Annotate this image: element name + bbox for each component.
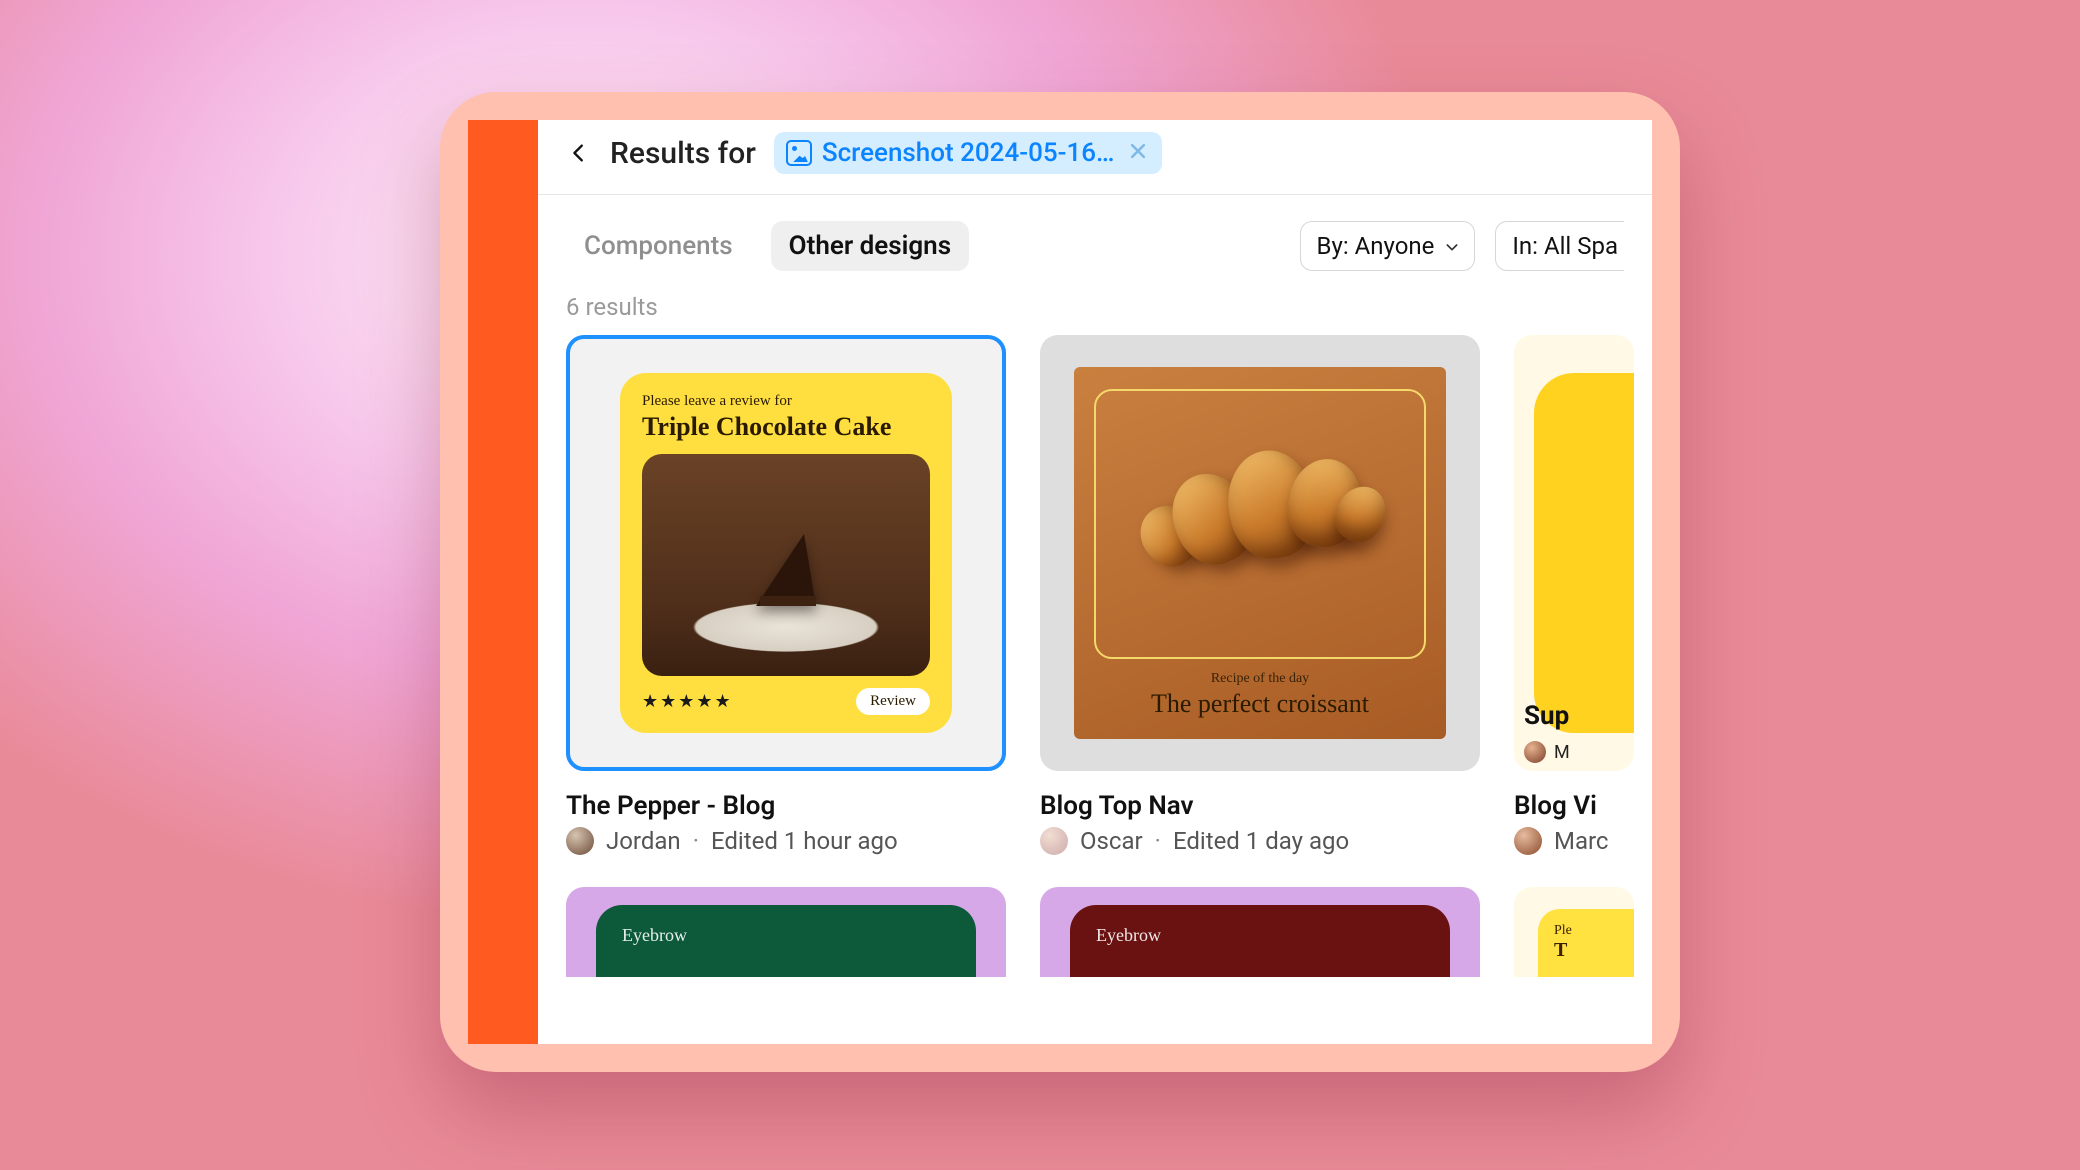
preview-eyebrow: Eyebrow: [1096, 925, 1424, 946]
result-author: Oscar: [1080, 827, 1143, 855]
preview-author-partial: M: [1554, 742, 1570, 763]
preview-pill: Eyebrow: [596, 905, 976, 977]
avatar: [1040, 827, 1068, 855]
results-grid-row-2: Eyebrow Eyebrow Ple T: [538, 855, 1652, 977]
preview-eyebrow: Eyebrow: [622, 925, 950, 946]
tab-other-designs[interactable]: Other designs: [771, 221, 969, 271]
result-card[interactable]: Recipe of the day The perfect croissant …: [1040, 335, 1480, 855]
separator-dot: ·: [693, 827, 699, 855]
preview-recipe-card: Recipe of the day The perfect croissant: [1074, 367, 1446, 739]
result-thumbnail[interactable]: Ple T: [1514, 887, 1634, 977]
back-button[interactable]: [566, 140, 592, 166]
left-rail: [468, 120, 538, 1044]
preview-title: Triple Chocolate Cake: [642, 412, 930, 442]
image-icon: [786, 140, 812, 166]
result-title: Blog Vi: [1514, 791, 1634, 821]
close-icon: [1128, 141, 1148, 161]
result-title: Blog Top Nav: [1040, 791, 1480, 821]
preview-line: Ple: [1554, 923, 1634, 939]
chevron-down-icon: [1444, 239, 1460, 255]
filter-by-dropdown[interactable]: By: Anyone: [1300, 221, 1476, 271]
preview-image: [642, 454, 930, 676]
preview-subtitle: Recipe of the day: [1211, 671, 1309, 687]
preview-line: T: [1554, 939, 1634, 962]
result-meta: Marc: [1514, 827, 1634, 855]
result-thumbnail[interactable]: Please leave a review for Triple Chocola…: [566, 335, 1006, 771]
preview-title: The perfect croissant: [1151, 689, 1369, 719]
result-thumbnail[interactable]: Eyebrow: [566, 887, 1006, 977]
results-grid: Please leave a review for Triple Chocola…: [538, 327, 1652, 855]
filter-by-label: By: Anyone: [1317, 232, 1435, 260]
preview-review-button: Review: [856, 688, 930, 715]
filter-in-label: In: All Spa: [1512, 232, 1618, 260]
result-meta: Oscar · Edited 1 day ago: [1040, 827, 1480, 855]
result-thumbnail[interactable]: Eyebrow: [1040, 887, 1480, 977]
screen: Results for Screenshot 2024-05-16… Compo…: [468, 120, 1652, 1044]
filter-row: Components Other designs By: Anyone In: …: [538, 195, 1652, 271]
avatar: [1514, 827, 1542, 855]
chevron-left-icon: [568, 142, 590, 164]
preview-meta-partial: M: [1524, 741, 1570, 763]
preview-card: [1534, 373, 1634, 733]
results-count: 6 results: [538, 271, 1652, 327]
preview-subtitle: Please leave a review for: [642, 393, 930, 410]
result-author: Marc: [1554, 827, 1608, 855]
result-author: Jordan: [606, 827, 681, 855]
result-thumbnail[interactable]: Recipe of the day The perfect croissant: [1040, 335, 1480, 771]
star-rating: ★★★★★: [642, 691, 733, 712]
tab-components[interactable]: Components: [566, 221, 751, 271]
filter-in-dropdown[interactable]: In: All Spa: [1495, 221, 1624, 271]
chip-clear-button[interactable]: [1124, 139, 1148, 167]
cake-icon: [756, 534, 816, 606]
result-meta: Jordan · Edited 1 hour ago: [566, 827, 1006, 855]
preview-review-card: Please leave a review for Triple Chocola…: [620, 373, 952, 733]
result-edited: Edited 1 hour ago: [711, 827, 898, 855]
result-card[interactable]: Please leave a review for Triple Chocola…: [566, 335, 1006, 855]
result-thumbnail[interactable]: Sup M: [1514, 335, 1634, 771]
avatar: [1524, 741, 1546, 763]
results-for-label: Results for: [610, 136, 756, 171]
preview-pill: Eyebrow: [1070, 905, 1450, 977]
preview-title-partial: Sup: [1524, 701, 1569, 731]
result-card[interactable]: Sup M Blog Vi Marc: [1514, 335, 1634, 855]
search-chip[interactable]: Screenshot 2024-05-16…: [774, 132, 1163, 174]
preview-yellow-card: Ple T: [1538, 909, 1634, 977]
device-frame: Results for Screenshot 2024-05-16… Compo…: [440, 92, 1680, 1072]
search-header: Results for Screenshot 2024-05-16…: [538, 120, 1652, 195]
result-edited: Edited 1 day ago: [1173, 827, 1349, 855]
avatar: [566, 827, 594, 855]
result-title: The Pepper - Blog: [566, 791, 1006, 821]
chip-label: Screenshot 2024-05-16…: [822, 138, 1115, 168]
separator-dot: ·: [1155, 827, 1161, 855]
content-area: Results for Screenshot 2024-05-16… Compo…: [538, 120, 1652, 1044]
